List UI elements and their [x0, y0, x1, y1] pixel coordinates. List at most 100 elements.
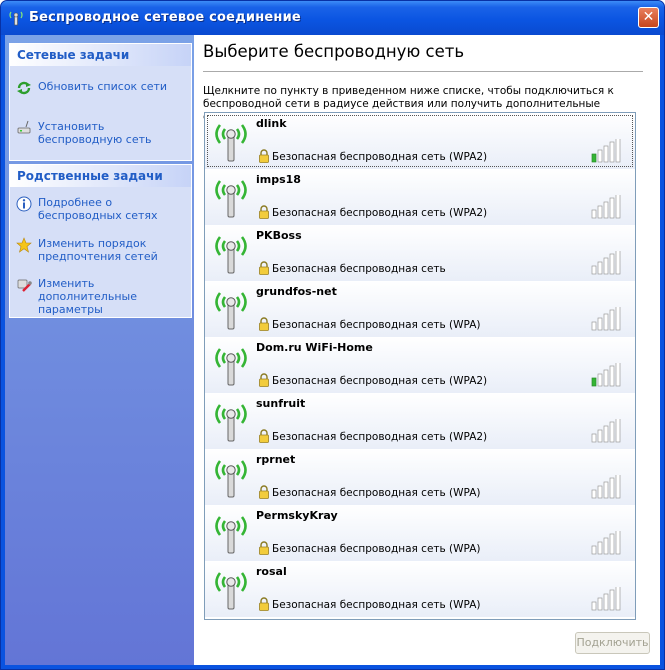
- main-content: Выберите беспроводную сеть Щелкните по п…: [194, 35, 660, 665]
- wireless-antenna-icon: [215, 236, 247, 274]
- signal-bar: [591, 545, 597, 555]
- signal-strength-icon: [591, 363, 621, 387]
- wireless-antenna-icon: [215, 404, 247, 442]
- signal-bar: [597, 317, 603, 331]
- wireless-antenna-icon: [215, 572, 247, 610]
- change-network-order-label: Изменить порядок предпочтения сетей: [38, 237, 158, 263]
- lock-icon: [259, 429, 269, 443]
- signal-bar: [609, 533, 615, 555]
- lock-icon: [259, 205, 269, 219]
- connect-button[interactable]: Подключить: [575, 632, 650, 654]
- signal-bar: [603, 425, 609, 443]
- signal-bar: [603, 537, 609, 555]
- signal-bar: [597, 541, 603, 555]
- signal-bar: [591, 601, 597, 611]
- lock-icon: [259, 541, 269, 555]
- network-row[interactable]: sunfruit Безопасная беспроводная сеть (WP…: [205, 393, 635, 449]
- signal-strength-icon: [591, 531, 621, 555]
- network-security: Безопасная беспроводная сеть (WPA2): [272, 375, 488, 387]
- lock-icon: [259, 485, 269, 499]
- network-list[interactable]: dlink Безопасная беспроводная сеть (WPA2)…: [204, 112, 636, 620]
- signal-bar: [609, 141, 615, 163]
- network-security: Безопасная беспроводная сеть (WPA): [272, 487, 481, 499]
- wireless-antenna-icon: [215, 516, 247, 554]
- network-security: Безопасная беспроводная сеть: [272, 263, 446, 275]
- signal-bar: [603, 593, 609, 611]
- lock-icon: [259, 317, 269, 331]
- network-row[interactable]: imps18 Безопасная беспроводная сеть (WPA2…: [205, 169, 635, 225]
- signal-bar: [597, 597, 603, 611]
- network-row[interactable]: rprnet Безопасная беспроводная сеть (WPA): [205, 449, 635, 505]
- signal-bar: [597, 485, 603, 499]
- info-icon: [16, 196, 32, 212]
- signal-bar: [615, 307, 621, 331]
- network-row[interactable]: rosal Безопасная беспроводная сеть (WPA): [205, 561, 635, 617]
- signal-bar: [609, 309, 615, 331]
- signal-bar: [609, 365, 615, 387]
- network-security: Безопасная беспроводная сеть (WPA2): [272, 431, 488, 443]
- wireless-antenna-icon: [215, 348, 247, 386]
- task-sidebar: Сетевые задачи Обновить список сети Уста…: [5, 35, 194, 665]
- signal-bar: [597, 261, 603, 275]
- signal-bar: [591, 321, 597, 331]
- title-divider: [203, 71, 643, 72]
- network-name: dlink: [256, 117, 287, 130]
- signal-bar: [597, 429, 603, 443]
- network-name: PermskyKray: [256, 509, 338, 522]
- related-tasks-header[interactable]: Родственные задачи: [10, 165, 191, 187]
- signal-bar: [603, 313, 609, 331]
- network-name: sunfruit: [256, 397, 306, 410]
- signal-bar: [615, 475, 621, 499]
- change-advanced-settings-label: Изменить дополнительные параметры: [38, 277, 137, 316]
- signal-bar: [615, 195, 621, 219]
- lock-icon: [259, 373, 269, 387]
- signal-bar: [609, 253, 615, 275]
- window-title: Беспроводное сетевое соединение: [29, 10, 301, 25]
- signal-bar: [597, 149, 603, 163]
- network-tasks-panel: Сетевые задачи Обновить список сети Уста…: [9, 43, 192, 161]
- signal-bar: [603, 201, 609, 219]
- learn-about-wireless-label: Подробнее о беспроводных сетях: [38, 196, 158, 222]
- network-row[interactable]: PKBoss Безопасная беспроводная сеть: [205, 225, 635, 281]
- signal-bar: [603, 257, 609, 275]
- signal-strength-icon: [591, 139, 621, 163]
- signal-bar: [591, 153, 597, 163]
- network-name: imps18: [256, 173, 301, 186]
- star-icon: [16, 237, 32, 253]
- signal-bar: [603, 481, 609, 499]
- signal-strength-icon: [591, 195, 621, 219]
- wireless-antenna-icon: [215, 124, 247, 162]
- title-bar[interactable]: Беспроводное сетевое соединение ✕: [1, 1, 664, 35]
- network-security: Безопасная беспроводная сеть (WPA): [272, 599, 481, 611]
- signal-strength-icon: [591, 251, 621, 275]
- signal-bar: [615, 251, 621, 275]
- network-row[interactable]: grundfos-net Безопасная беспроводная сеть…: [205, 281, 635, 337]
- setup-wireless-network-label: Установить беспроводную сеть: [38, 120, 152, 146]
- network-name: Dom.ru WiFi-Home: [256, 341, 373, 354]
- signal-strength-icon: [591, 475, 621, 499]
- signal-bar: [609, 421, 615, 443]
- signal-bar: [603, 145, 609, 163]
- close-button[interactable]: ✕: [638, 7, 659, 28]
- signal-bar: [591, 489, 597, 499]
- network-security: Безопасная беспроводная сеть (WPA): [272, 543, 481, 555]
- network-row[interactable]: PermskyKray Безопасная беспроводная сеть …: [205, 505, 635, 561]
- lock-icon: [259, 261, 269, 275]
- signal-bar: [591, 209, 597, 219]
- wireless-antenna-icon: [215, 292, 247, 330]
- signal-bar: [597, 205, 603, 219]
- signal-bar: [597, 373, 603, 387]
- signal-bar: [609, 589, 615, 611]
- network-row[interactable]: Dom.ru WiFi-Home Безопасная беспроводная …: [205, 337, 635, 393]
- network-name: grundfos-net: [256, 285, 337, 298]
- signal-bar: [591, 265, 597, 275]
- network-tasks-header[interactable]: Сетевые задачи: [10, 44, 191, 66]
- network-security: Безопасная беспроводная сеть (WPA): [272, 319, 481, 331]
- wireless-connection-window: Беспроводное сетевое соединение ✕ Сетевы…: [0, 0, 665, 670]
- network-row[interactable]: dlink Безопасная беспроводная сеть (WPA2): [205, 113, 635, 169]
- signal-bar: [615, 419, 621, 443]
- wireless-antenna-icon: [215, 180, 247, 218]
- signal-bar: [609, 197, 615, 219]
- signal-bar: [591, 377, 597, 387]
- signal-strength-icon: [591, 419, 621, 443]
